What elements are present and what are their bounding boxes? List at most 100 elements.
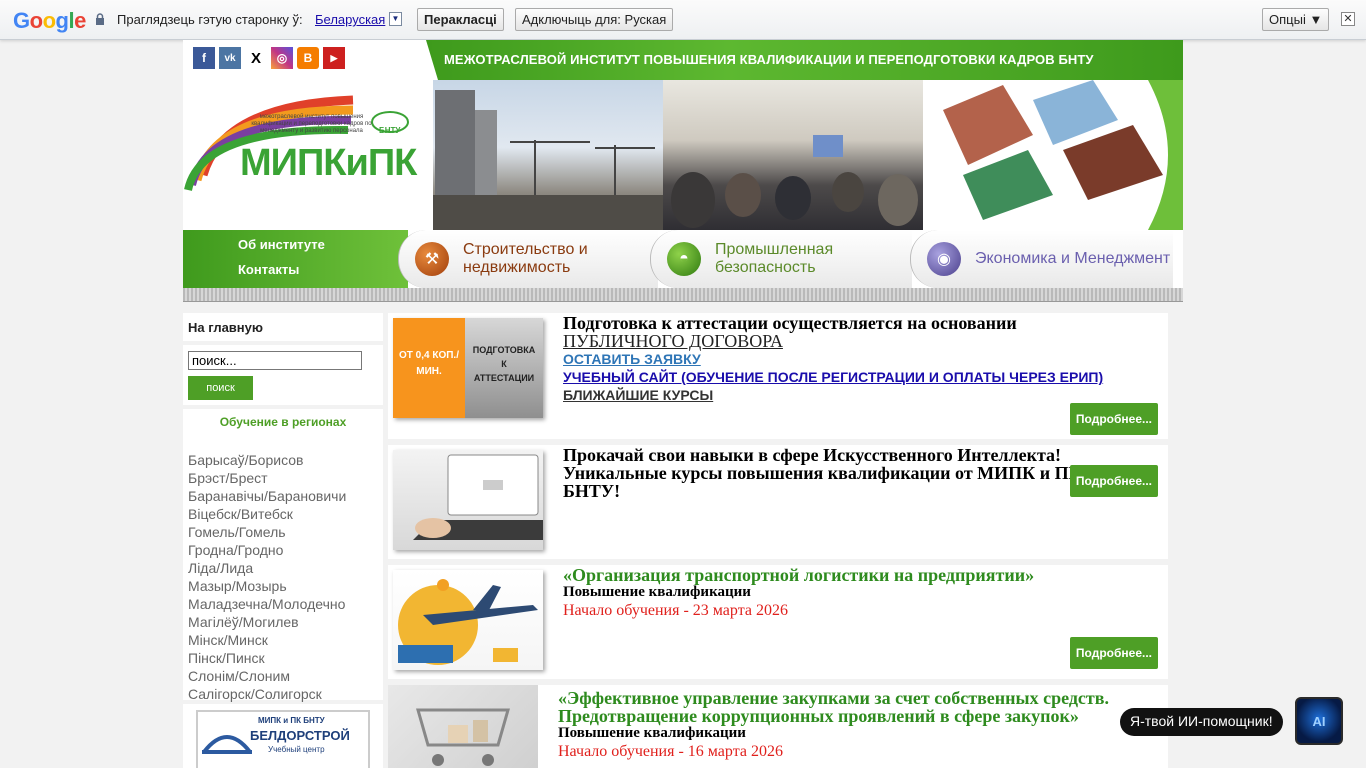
card-title: «Организация транспортной логистики на п… [563, 565, 1035, 585]
logo-caption: межотраслевой институт повышения квалифи… [251, 114, 372, 134]
more-button[interactable]: Подробнее... [1069, 403, 1158, 435]
about-link[interactable]: Об институте [238, 237, 325, 252]
region-link[interactable]: Віцебск/Витебск [188, 505, 378, 523]
news-card: «Эффективное управление закупками за сче… [388, 685, 1168, 768]
partner-line1: МИПК и ПК БНТУ [258, 716, 325, 725]
region-link[interactable]: Мазыр/Мозырь [188, 577, 378, 595]
instagram-icon[interactable]: ◎ [271, 47, 293, 69]
regions-box: Обучение в регионах Барысаў/Борисов Брэс… [183, 409, 383, 703]
card-subtitle: Повышение квалификации [563, 584, 751, 600]
news-card: Прокачай свои навыки в сфере Искусственн… [388, 445, 1168, 559]
translate-prompt: Праглядзець гэтую старонку ў: [117, 12, 303, 27]
procurement-thumbnail[interactable] [388, 685, 538, 768]
header-divider [183, 288, 1183, 302]
tab-construction-label: Строительство и недвижимость [463, 241, 588, 276]
disable-translate-button[interactable]: Адключыць для: Руская [515, 8, 674, 31]
news-card: ОТ 0,4 КОП./МИН. ПОДГОТОВКА К АТТЕСТАЦИИ… [388, 313, 1168, 439]
region-link[interactable]: Ліда/Лида [188, 559, 378, 577]
classroom-photo [663, 80, 923, 230]
menu-row: Об институте Контакты ⚒ Строительство и … [183, 230, 1183, 288]
close-icon[interactable]: ✕ [1341, 12, 1355, 26]
bridge-icon [202, 735, 252, 754]
institute-logo[interactable]: межотраслевой институт повышения квалифи… [183, 80, 433, 230]
contacts-link[interactable]: Контакты [238, 262, 299, 277]
ai-assistant-button[interactable]: AI [1295, 697, 1343, 745]
category-tabs: ⚒ Строительство и недвижимость ◓ Промышл… [398, 230, 1173, 288]
apply-link[interactable]: ОСТАВИТЬ ЗАЯВКУ [563, 351, 1163, 367]
thumb-price: ОТ 0,4 КОП./МИН. [393, 318, 465, 418]
chevron-down-icon[interactable]: ▼ [389, 12, 402, 26]
region-link[interactable]: Барысаў/Борисов [188, 451, 378, 469]
hero-banner: межотраслевой институт повышения квалифи… [183, 80, 1183, 230]
region-link[interactable]: Брэст/Брест [188, 469, 378, 487]
attestation-thumbnail[interactable]: ОТ 0,4 КОП./МИН. ПОДГОТОВКА К АТТЕСТАЦИИ [393, 318, 543, 418]
left-menu: Об институте Контакты [183, 230, 408, 288]
crane-icon: ⚒ [415, 242, 449, 276]
social-links: f vk X ◎ B ▶ [193, 47, 345, 69]
logo-name: МИПКиПК [240, 142, 417, 184]
facebook-icon[interactable]: f [193, 47, 215, 69]
region-link[interactable]: Гродна/Гродно [188, 541, 378, 559]
translate-bar: Google Праглядзець гэтую старонку ў: Бел… [0, 0, 1366, 40]
x-icon[interactable]: X [245, 47, 267, 69]
region-link[interactable]: Гомель/Гомель [188, 523, 378, 541]
helmet-icon: ◓ [667, 242, 701, 276]
top-band: f vk X ◎ B ▶ МЕЖОТРАСЛЕВОЙ ИНСТИТУТ ПОВЫ… [183, 40, 1183, 80]
translate-button[interactable]: Перакласці [417, 8, 504, 31]
partner-line3: Учебный центр [268, 745, 325, 754]
region-link[interactable]: Маладзечна/Молодечно [188, 595, 378, 613]
search-button[interactable]: поиск [188, 376, 253, 400]
partner-line2: БЕЛДОРСТРОЙ [250, 728, 350, 743]
region-link[interactable]: Салігорск/Солигорск [188, 685, 378, 703]
card-title: Подготовка к аттестации осуществляется н… [563, 313, 1017, 333]
google-logo: Google [13, 8, 86, 33]
ai-assistant-bubble[interactable]: Я-твой ИИ-помощник! [1120, 708, 1283, 736]
tab-safety-label: Промышленная безопасность [715, 241, 834, 276]
card-title: «Эффективное управление закупками за сче… [558, 688, 1109, 726]
tab-construction[interactable]: ⚒ Строительство и недвижимость [398, 230, 658, 288]
partner-banner[interactable]: МИПК и ПК БНТУ БЕЛДОРСТРОЙ Учебный центр [183, 704, 383, 768]
news-card: «Организация транспортной логистики на п… [388, 565, 1168, 679]
language-link[interactable]: Беларуская [315, 12, 385, 27]
thumb-caption: ПОДГОТОВКА К АТТЕСТАЦИИ [465, 318, 543, 418]
region-link[interactable]: Пінск/Пинск [188, 649, 378, 667]
construction-photo [415, 80, 663, 230]
logistics-collage [923, 80, 1183, 230]
learning-site-link[interactable]: УЧЕБНЫЙ САЙТ (ОБУЧЕНИЕ ПОСЛЕ РЕГИСТРАЦИИ… [563, 369, 1163, 385]
more-button[interactable]: Подробнее... [1069, 465, 1158, 497]
search-input[interactable] [188, 351, 362, 370]
logistics-thumbnail[interactable] [393, 570, 543, 670]
vk-icon[interactable]: vk [219, 47, 241, 69]
laptop-thumbnail[interactable] [393, 450, 543, 550]
tab-economics[interactable]: ◉ Экономика и Менеджмент [910, 230, 1173, 288]
search-box: поиск [183, 345, 383, 405]
upcoming-courses-link[interactable]: БЛИЖАЙШИЕ КУРСЫ [563, 387, 1163, 403]
home-box: На главную [183, 313, 383, 341]
logo-badge: БНТУ [379, 126, 401, 135]
region-link[interactable]: Слонім/Слоним [188, 667, 378, 685]
regions-title: Обучение в регионах [219, 415, 347, 429]
banner-title: МЕЖОТРАСЛЕВОЙ ИНСТИТУТ ПОВЫШЕНИЯ КВАЛИФИ… [426, 40, 1183, 80]
home-link[interactable]: На главную [188, 320, 263, 335]
beldorstroy-logo: МИПК и ПК БНТУ БЕЛДОРСТРОЙ Учебный центр [196, 710, 370, 768]
tab-safety[interactable]: ◓ Промышленная безопасность [650, 230, 912, 288]
news-list: ОТ 0,4 КОП./МИН. ПОДГОТОВКА К АТТЕСТАЦИИ… [388, 313, 1168, 768]
region-link[interactable]: Баранавічы/Барановичи [188, 487, 378, 505]
options-button[interactable]: Опцыі ▼ [1262, 8, 1330, 31]
coins-icon: ◉ [927, 242, 961, 276]
ai-icon: AI [1312, 713, 1326, 729]
blogger-icon[interactable]: B [297, 47, 319, 69]
airplane-icon [398, 579, 538, 665]
start-date: Начало обучения - 23 марта 2026 [563, 602, 788, 619]
lock-icon [96, 13, 104, 25]
youtube-icon[interactable]: ▶ [323, 47, 345, 69]
region-link[interactable]: Магілёў/Могилев [188, 613, 378, 631]
more-button[interactable]: Подробнее... [1069, 637, 1158, 669]
start-date: Начало обучения - 16 марта 2026 [558, 743, 783, 760]
laptop-icon [413, 454, 543, 540]
region-link[interactable]: Мінск/Минск [188, 631, 378, 649]
public-contract-link[interactable]: ПУБЛИЧНОГО ДОГОВОРА [563, 332, 1163, 350]
card-title: Прокачай свои навыки в сфере Искусственн… [563, 445, 1082, 501]
cart-icon [416, 708, 510, 766]
sidebar: На главную поиск Обучение в регионах Бар… [183, 313, 383, 768]
